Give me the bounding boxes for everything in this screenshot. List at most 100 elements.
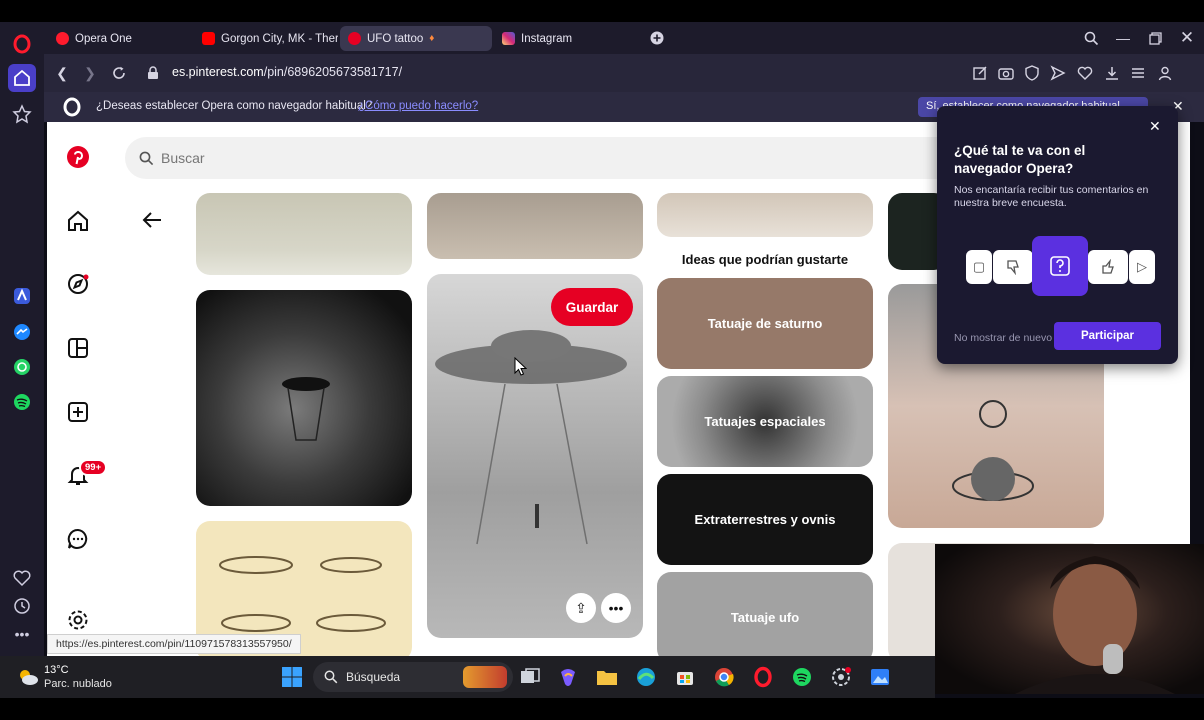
streamer-silhouette bbox=[1015, 556, 1175, 694]
whatsapp-icon[interactable] bbox=[8, 353, 36, 381]
settings-taskbar-icon[interactable] bbox=[830, 666, 852, 688]
tab-label: UFO tattoo bbox=[367, 32, 424, 45]
opera-favicon-icon bbox=[56, 32, 69, 45]
tab-youtube[interactable]: Gorgon City, MK - There F bbox=[194, 26, 338, 51]
main-pin-ufo-tattoo[interactable] bbox=[427, 274, 643, 638]
rating-very-good-icon[interactable]: ▷ bbox=[1129, 250, 1155, 284]
ideas-heading: Ideas que podrían gustarte bbox=[681, 252, 849, 267]
flow-send-icon[interactable] bbox=[1050, 65, 1066, 81]
edge-icon[interactable] bbox=[635, 666, 657, 688]
flame-icon: ♦ bbox=[429, 33, 435, 44]
new-tab-icon[interactable] bbox=[644, 26, 670, 50]
camera-icon[interactable] bbox=[998, 65, 1014, 81]
pinboards-icon[interactable] bbox=[8, 100, 36, 128]
infobar-how-link[interactable]: ¿Cómo puedo hacerlo? bbox=[358, 100, 478, 112]
opera-sidebar: ••• bbox=[0, 22, 44, 656]
restore-icon[interactable] bbox=[1142, 26, 1168, 50]
history-icon[interactable] bbox=[8, 592, 36, 620]
reload-icon[interactable] bbox=[109, 63, 129, 83]
photos-icon[interactable] bbox=[869, 666, 891, 688]
back-icon[interactable]: ❮ bbox=[52, 63, 72, 83]
participate-button[interactable]: Participar bbox=[1054, 322, 1161, 350]
chrome-icon[interactable] bbox=[713, 666, 735, 688]
forward-icon[interactable]: ❯ bbox=[80, 63, 100, 83]
pinterest-sidebar: 99+ bbox=[47, 122, 109, 656]
store-icon[interactable] bbox=[674, 666, 696, 688]
tab-opera-one[interactable]: Opera One bbox=[48, 26, 192, 51]
survey-title: ¿Qué tal te va con el navegador Opera? bbox=[954, 143, 1086, 176]
rating-very-bad-icon[interactable]: ▢ bbox=[966, 250, 992, 284]
opera-taskbar-icon[interactable] bbox=[752, 666, 774, 688]
survey-body: Nos encantaría recibir tus comentarios e… bbox=[954, 184, 1149, 209]
pin-card[interactable] bbox=[657, 193, 873, 237]
file-explorer-icon[interactable] bbox=[596, 666, 618, 688]
settings-gear-icon[interactable] bbox=[66, 608, 90, 632]
search-placeholder: Buscar bbox=[161, 150, 205, 166]
boards-icon[interactable] bbox=[66, 336, 90, 360]
messenger-icon[interactable] bbox=[8, 318, 36, 346]
heart-icon[interactable] bbox=[1077, 65, 1093, 81]
windows-start-icon[interactable] bbox=[281, 666, 303, 688]
more-icon[interactable]: ••• bbox=[8, 620, 36, 648]
tab-instagram[interactable]: Instagram bbox=[494, 26, 644, 51]
url-field[interactable]: es.pinterest.com/pin/6896205673581717/ bbox=[172, 65, 402, 79]
favorites-icon[interactable] bbox=[8, 564, 36, 592]
lock-icon[interactable] bbox=[143, 63, 163, 83]
dont-show-again-link[interactable]: No mostrar de nuevo bbox=[954, 332, 1052, 344]
idea-card-label: Extraterrestres y ovnis bbox=[657, 474, 873, 565]
adblock-shield-icon[interactable] bbox=[1024, 65, 1040, 81]
tab-ufo-tattoo[interactable]: UFO tattoo ♦ bbox=[340, 26, 492, 51]
search-icon bbox=[324, 670, 338, 684]
idea-card-saturn[interactable]: Tatuaje de saturno bbox=[657, 278, 873, 369]
task-view-icon[interactable] bbox=[519, 666, 541, 688]
thumbs-up-icon[interactable] bbox=[1088, 250, 1128, 284]
messages-icon[interactable] bbox=[66, 527, 90, 551]
idea-card-space[interactable]: Tatuajes espaciales bbox=[657, 376, 873, 467]
opera-survey-popup: ✕ ¿Qué tal te va con el navegador Opera?… bbox=[937, 106, 1178, 364]
close-window-icon[interactable]: ✕ bbox=[1174, 26, 1200, 50]
create-icon[interactable] bbox=[66, 400, 90, 424]
pin-card[interactable] bbox=[427, 193, 643, 259]
minimize-icon[interactable]: — bbox=[1110, 26, 1136, 50]
windows-taskbar: 13°C Parc. nublado Búsqueda bbox=[0, 656, 935, 698]
search-input[interactable]: Buscar bbox=[125, 137, 985, 179]
pin-card[interactable] bbox=[196, 290, 412, 506]
share-icon[interactable]: ⇪ bbox=[566, 593, 596, 623]
back-arrow-icon[interactable] bbox=[141, 208, 165, 232]
spotify-taskbar-icon[interactable] bbox=[791, 666, 813, 688]
snapshot-edit-icon[interactable] bbox=[972, 65, 988, 81]
tab-label: Opera One bbox=[75, 32, 132, 45]
idea-card-aliens[interactable]: Extraterrestres y ovnis bbox=[657, 474, 873, 565]
address-bar: ❮ ❯ es.pinterest.com/pin/689620567358171… bbox=[44, 54, 1204, 92]
weather-description: Parc. nublado bbox=[44, 678, 112, 690]
save-button[interactable]: Guardar bbox=[551, 288, 633, 326]
home-icon[interactable] bbox=[8, 64, 36, 92]
link-status-url: https://es.pinterest.com/pin/11097157831… bbox=[47, 634, 301, 654]
close-popup-icon[interactable]: ✕ bbox=[1149, 118, 1161, 135]
idea-card-label: Tatuaje ufo bbox=[657, 572, 873, 656]
instagram-favicon-icon bbox=[502, 32, 515, 45]
mouse-cursor-icon bbox=[514, 357, 527, 376]
search-tabs-icon[interactable] bbox=[1078, 26, 1104, 50]
more-options-icon[interactable]: ••• bbox=[601, 593, 631, 623]
rating-neutral-icon[interactable] bbox=[1032, 236, 1088, 296]
easy-setup-icon[interactable] bbox=[1130, 65, 1146, 81]
pin-card[interactable] bbox=[196, 193, 412, 275]
idea-card-ufo[interactable]: Tatuaje ufo bbox=[657, 572, 873, 656]
spotify-icon[interactable] bbox=[8, 388, 36, 416]
aria-ai-icon[interactable] bbox=[8, 282, 36, 310]
profile-icon[interactable] bbox=[1157, 65, 1173, 81]
pinterest-logo-icon[interactable] bbox=[66, 145, 90, 169]
top-letterbox bbox=[0, 0, 1204, 22]
explore-compass-icon[interactable] bbox=[66, 272, 90, 296]
ufo-beam-illustration bbox=[435, 330, 627, 545]
weather-cloud-icon[interactable] bbox=[16, 665, 40, 689]
taskbar-search-input[interactable]: Búsqueda bbox=[313, 662, 513, 692]
opera-logo-icon[interactable] bbox=[8, 30, 36, 58]
tab-label: Gorgon City, MK - There F bbox=[221, 32, 338, 45]
thumbs-down-icon[interactable] bbox=[993, 250, 1033, 284]
copilot-icon[interactable] bbox=[557, 666, 579, 688]
ufo-sketch-illustration bbox=[219, 556, 386, 632]
download-icon[interactable] bbox=[1104, 65, 1120, 81]
home-icon[interactable] bbox=[66, 209, 90, 233]
